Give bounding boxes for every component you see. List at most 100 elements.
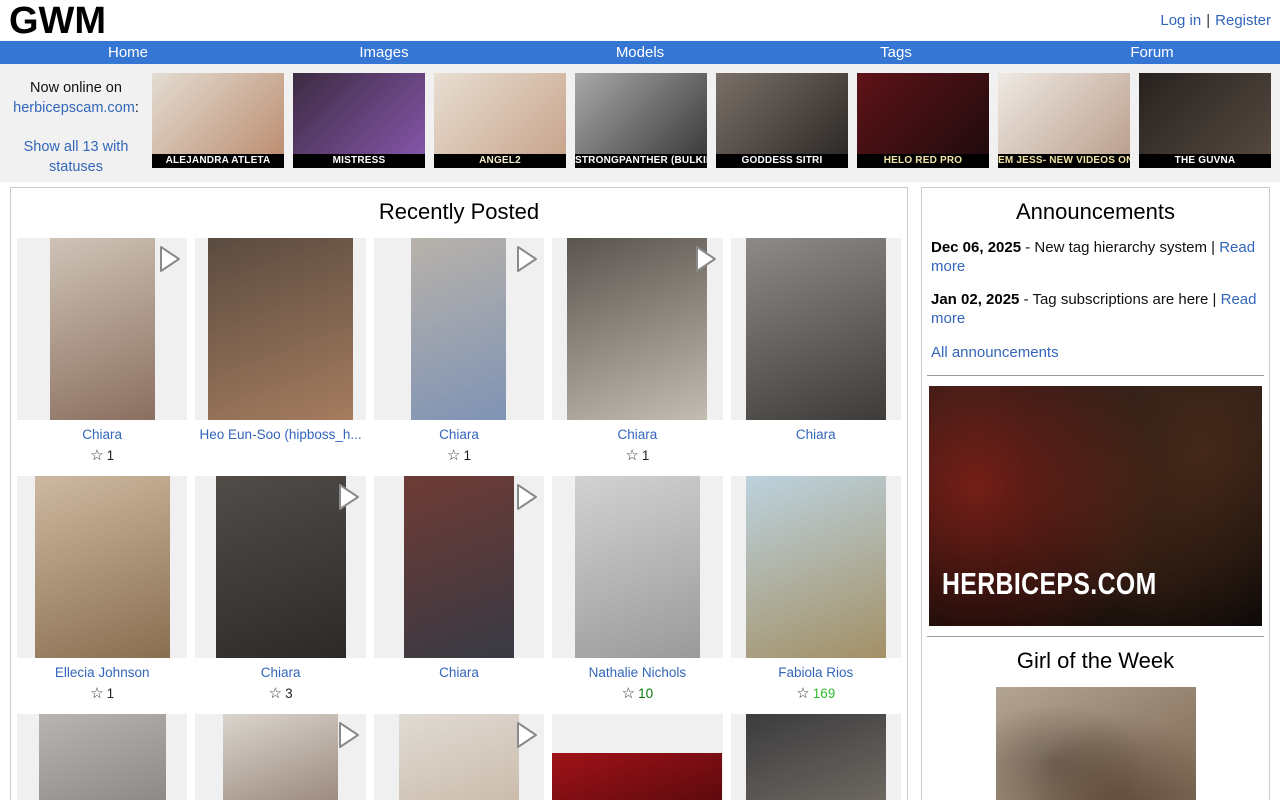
image-card: [191, 714, 369, 800]
online-model-photo: [293, 73, 425, 154]
play-icon: [690, 243, 720, 275]
online-model-photo: [434, 73, 566, 154]
model-name-link[interactable]: Chiara: [618, 427, 658, 442]
image-thumbnail[interactable]: [17, 238, 187, 420]
online-model-name-label: MISTRESS: [293, 154, 425, 168]
online-model-thumb[interactable]: GODDESS SITRI: [716, 73, 848, 177]
herbiceps-banner-ad[interactable]: HERBICEPS.COM: [929, 386, 1262, 626]
online-model-thumb[interactable]: STRONGPANTHER (BULKIN: [575, 73, 707, 177]
photo: [746, 238, 886, 420]
nav-item-images[interactable]: Images: [256, 44, 512, 61]
image-card: Chiara☆1: [13, 238, 191, 463]
nav-item-tags[interactable]: Tags: [768, 44, 1024, 61]
star-count: 169: [813, 686, 836, 701]
image-card: Heo Eun-Soo (hipboss_h...: [191, 238, 369, 463]
star-count: 1: [107, 448, 115, 463]
online-colon: :: [135, 100, 139, 116]
photo: [50, 238, 155, 420]
model-name-link[interactable]: Fabiola Rios: [778, 665, 853, 680]
content-area: Recently Posted Chiara☆1Heo Eun-Soo (hip…: [0, 182, 1280, 800]
star-icon: ☆: [269, 685, 282, 702]
herbicepscam-link[interactable]: herbicepscam.com: [13, 100, 135, 116]
image-card: Chiara☆1: [370, 238, 548, 463]
nav-item-models[interactable]: Models: [512, 44, 768, 61]
star-icon: ☆: [90, 685, 103, 702]
online-model-thumb[interactable]: ALEJANDRA ATLETA: [152, 73, 284, 177]
image-card: Ellecia Johnson☆1: [13, 476, 191, 701]
online-model-name-label: HELO RED PRO: [857, 154, 989, 168]
image-thumbnail[interactable]: [552, 714, 722, 800]
star-rating: ☆3: [191, 684, 369, 701]
register-link[interactable]: Register: [1215, 12, 1271, 29]
all-announcements-link[interactable]: All announcements: [931, 344, 1059, 361]
photo: [223, 714, 338, 800]
image-thumbnail[interactable]: [17, 476, 187, 658]
image-thumbnail[interactable]: [374, 714, 544, 800]
model-name: Fabiola Rios: [727, 665, 905, 681]
online-strip: Now online on herbicepscam.com: Show all…: [0, 64, 1280, 182]
star-icon: ☆: [622, 685, 635, 702]
site-logo[interactable]: GWM: [9, 2, 106, 40]
star-count: 10: [638, 686, 653, 701]
model-name: Chiara: [13, 427, 191, 443]
online-model-photo: [575, 73, 707, 154]
star-icon: ☆: [625, 447, 638, 464]
model-name-link[interactable]: Chiara: [439, 427, 479, 442]
play-icon: [333, 719, 363, 751]
girl-of-the-week-image[interactable]: [996, 687, 1196, 800]
online-model-thumb[interactable]: MISTRESS: [293, 73, 425, 177]
photo: [411, 238, 506, 420]
herbiceps-banner-text: HERBICEPS.COM: [942, 566, 1157, 602]
star-count: 1: [107, 686, 115, 701]
model-name-link[interactable]: Ellecia Johnson: [55, 665, 150, 680]
image-card: Chiara: [370, 476, 548, 701]
star-rating: ☆1: [13, 684, 191, 701]
photo: [399, 714, 519, 800]
nav-item-home[interactable]: Home: [0, 44, 256, 61]
star-rating: ☆169: [727, 684, 905, 701]
image-thumbnail[interactable]: [731, 476, 901, 658]
image-thumbnail[interactable]: [17, 714, 187, 800]
model-name: Heo Eun-Soo (hipboss_h...: [191, 427, 369, 443]
play-icon: [333, 481, 363, 513]
star-rating: ☆10: [548, 684, 726, 701]
image-thumbnail[interactable]: [374, 476, 544, 658]
play-icon: [511, 243, 541, 275]
image-thumbnail[interactable]: [195, 476, 365, 658]
photo: [35, 476, 170, 658]
login-link[interactable]: Log in: [1160, 12, 1201, 29]
online-info: Now online on herbicepscam.com: Show all…: [0, 73, 152, 177]
image-thumbnail[interactable]: [552, 238, 722, 420]
model-name-link[interactable]: Chiara: [439, 665, 479, 680]
model-name-link[interactable]: Heo Eun-Soo (hipboss_h...: [200, 427, 362, 442]
online-model-name-label: THE GUVNA: [1139, 154, 1271, 168]
model-name-link[interactable]: Chiara: [261, 665, 301, 680]
recently-posted-panel: Recently Posted Chiara☆1Heo Eun-Soo (hip…: [10, 187, 908, 800]
model-name: Ellecia Johnson: [13, 665, 191, 681]
star-icon: ☆: [447, 447, 460, 464]
sidebar: Announcements Dec 06, 2025 - New tag hie…: [921, 187, 1270, 800]
online-model-thumb[interactable]: THE GUVNA: [1139, 73, 1271, 177]
image-thumbnail[interactable]: [731, 714, 901, 800]
sidebar-divider: [927, 375, 1264, 376]
image-thumbnail[interactable]: [552, 476, 722, 658]
image-card: [727, 714, 905, 800]
online-thumbs-row: ALEJANDRA ATLETA MISTRESS ANGEL2STRONGPANT…: [152, 73, 1271, 177]
image-card: Chiara: [727, 238, 905, 463]
image-thumbnail[interactable]: [731, 238, 901, 420]
online-model-thumb[interactable]: EM JESS- NEW VIDEOS ON: [998, 73, 1130, 177]
model-name-link[interactable]: Nathalie Nichols: [589, 665, 687, 680]
online-model-thumb[interactable]: ANGEL2: [434, 73, 566, 177]
online-model-thumb[interactable]: HELO RED PRO: [857, 73, 989, 177]
image-thumbnail[interactable]: [374, 238, 544, 420]
main-nav: HomeImagesModelsTagsForum: [0, 41, 1280, 64]
model-name-link[interactable]: Chiara: [82, 427, 122, 442]
image-thumbnail[interactable]: [195, 238, 365, 420]
girl-of-the-week-title: Girl of the Week: [925, 648, 1266, 674]
image-thumbnail[interactable]: [195, 714, 365, 800]
show-all-statuses-link[interactable]: Show all 13 with statuses: [24, 139, 129, 175]
nav-item-forum[interactable]: Forum: [1024, 44, 1280, 61]
image-card: [13, 714, 191, 800]
model-name-link[interactable]: Chiara: [796, 427, 836, 442]
play-icon: [154, 243, 184, 275]
